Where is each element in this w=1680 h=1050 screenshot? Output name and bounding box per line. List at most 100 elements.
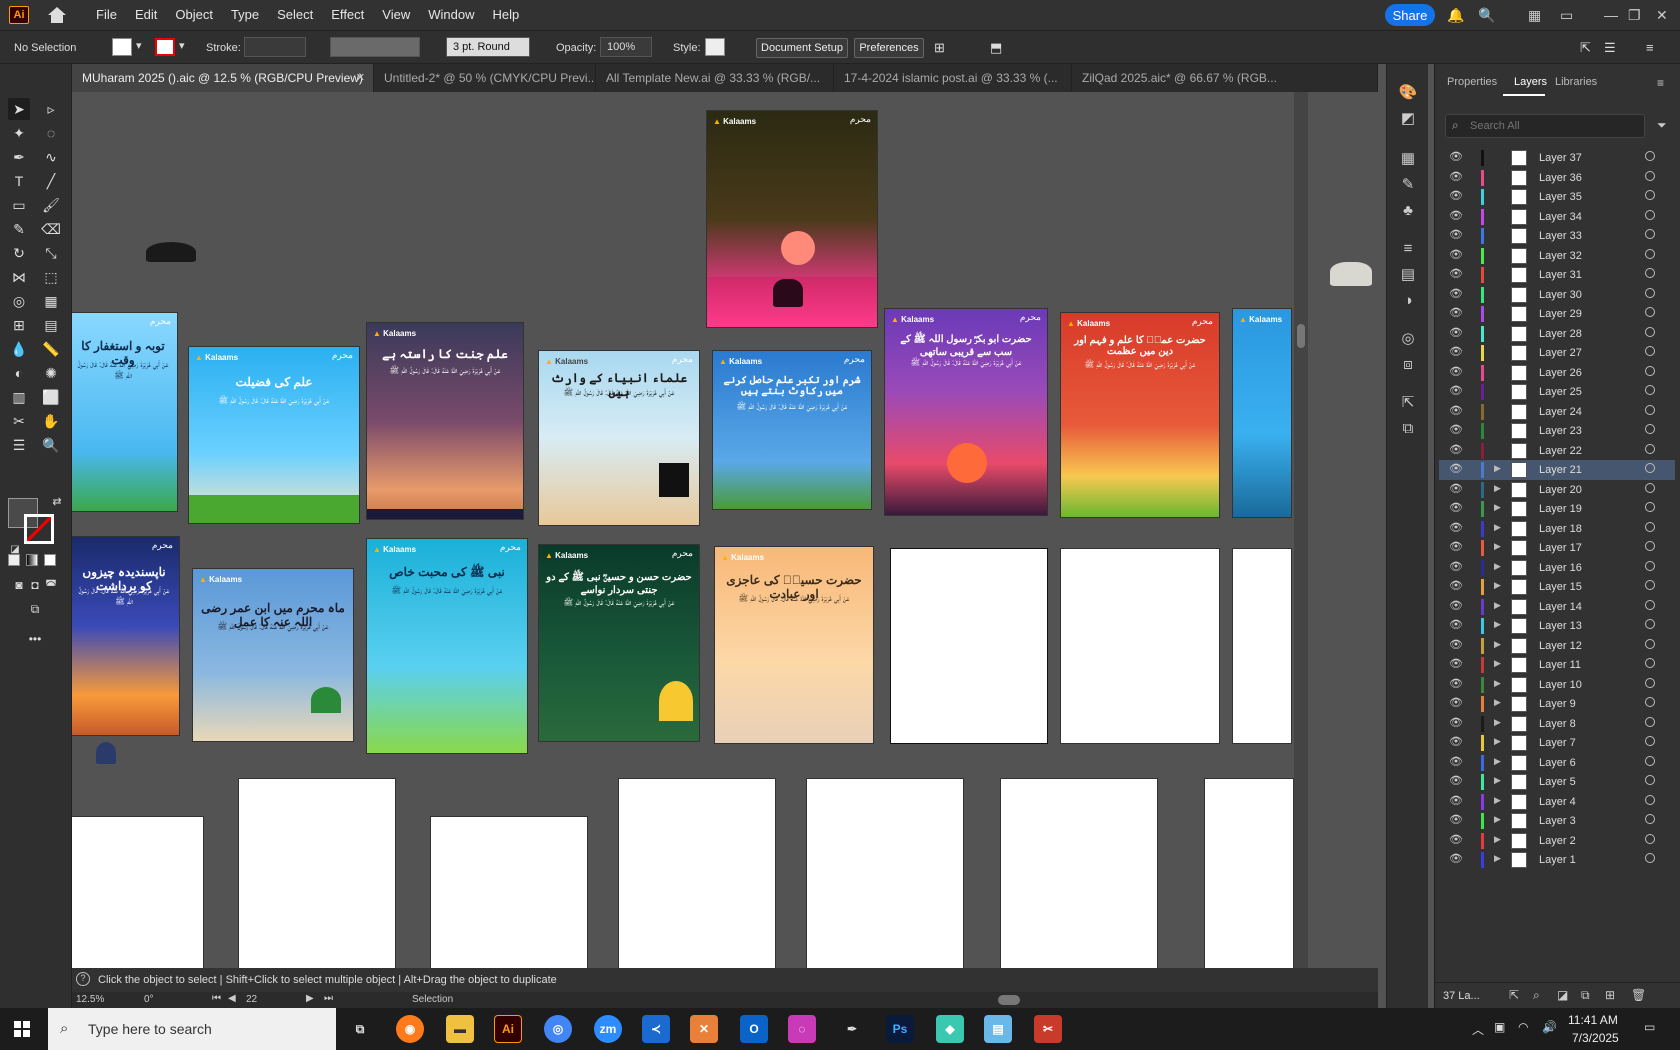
swatches-icon[interactable]: ▦: [1398, 148, 1418, 168]
tab-zilqad-2025[interactable]: ZilQad 2025.aic* @ 66.67 % (RGB...: [1072, 64, 1378, 92]
expand-arrow-icon[interactable]: ▶: [1494, 541, 1501, 552]
layer-row[interactable]: 👁 ▶ Layer 15: [1439, 577, 1675, 597]
artboard-blank[interactable]: [806, 778, 964, 968]
layer-row[interactable]: 👁 Layer 25: [1439, 382, 1675, 402]
visibility-eye-icon[interactable]: 👁: [1449, 696, 1463, 709]
menu-edit[interactable]: Edit: [126, 0, 166, 30]
layer-row[interactable]: 👁 Layer 32: [1439, 246, 1675, 266]
artboards-panel-icon[interactable]: ⧉: [1398, 418, 1418, 438]
search-icon[interactable]: 🔍: [1478, 7, 1495, 24]
layer-row[interactable]: 👁 ▶ Layer 10: [1439, 675, 1675, 695]
layer-row[interactable]: 👁 Layer 22: [1439, 441, 1675, 461]
notepad-icon[interactable]: ▤: [984, 1015, 1012, 1043]
artboard-hasan-husain[interactable]: Kalaams محرم حضرت حسن و حسینؓ نبی ﷺ کے د…: [538, 544, 700, 742]
wifi-icon[interactable]: ◠: [1518, 1020, 1528, 1034]
layer-target-icon[interactable]: [1645, 736, 1655, 746]
close-tab-icon[interactable]: ✕: [356, 71, 365, 84]
visibility-eye-icon[interactable]: 👁: [1449, 774, 1463, 787]
layer-row[interactable]: 👁 ▶ Layer 6: [1439, 753, 1675, 773]
brushes-icon[interactable]: ✎: [1398, 174, 1418, 194]
variable-width-profile[interactable]: [330, 37, 420, 57]
layer-target-icon[interactable]: [1645, 775, 1655, 785]
layer-row[interactable]: 👁 Layer 35: [1439, 187, 1675, 207]
artboard-blank[interactable]: [1204, 778, 1294, 968]
layer-row[interactable]: 👁 ▶ Layer 21: [1439, 460, 1675, 480]
visibility-eye-icon[interactable]: 👁: [1449, 306, 1463, 319]
visibility-eye-icon[interactable]: 👁: [1449, 365, 1463, 378]
visibility-eye-icon[interactable]: 👁: [1449, 345, 1463, 358]
expand-arrow-icon[interactable]: ▶: [1494, 580, 1501, 591]
expand-arrow-icon[interactable]: ▶: [1494, 600, 1501, 611]
workspace-icon[interactable]: ▦: [1528, 7, 1541, 24]
artboard-blank[interactable]: [430, 816, 588, 968]
layer-row[interactable]: 👁 Layer 33: [1439, 226, 1675, 246]
home-icon[interactable]: [47, 7, 67, 23]
layer-row[interactable]: 👁 Layer 36: [1439, 168, 1675, 188]
vertical-scrollbar[interactable]: [1294, 92, 1308, 968]
layer-target-icon[interactable]: [1645, 326, 1655, 337]
artboard-partial-right[interactable]: Kalaams: [1232, 308, 1292, 518]
artboard-ulama-waris[interactable]: Kalaams محرم علماء انبیاء کے وارث ہیں عَ…: [538, 350, 700, 526]
layer-target-icon[interactable]: [1645, 268, 1655, 278]
zoom-app-icon[interactable]: zm: [594, 1015, 622, 1043]
artboard-blank[interactable]: [618, 778, 776, 968]
layer-target-icon[interactable]: [1645, 248, 1655, 259]
layer-target-icon[interactable]: [1645, 833, 1655, 844]
network-icon[interactable]: ▣: [1494, 1020, 1505, 1034]
expand-arrow-icon[interactable]: ▶: [1494, 736, 1501, 747]
layer-row[interactable]: 👁 Layer 29: [1439, 304, 1675, 324]
stroke-swatch[interactable]: [155, 38, 175, 56]
menu-help[interactable]: Help: [483, 0, 528, 30]
help-icon[interactable]: ?: [76, 972, 90, 986]
expand-arrow-icon[interactable]: ▶: [1494, 697, 1501, 708]
layer-target-icon[interactable]: [1645, 814, 1655, 824]
pen-tool-icon[interactable]: ✒: [8, 146, 30, 168]
layer-target-icon[interactable]: [1645, 209, 1655, 220]
color-mode-icon[interactable]: [8, 554, 20, 566]
preferences-button[interactable]: Preferences: [854, 38, 924, 58]
arrange-icon[interactable]: ▭: [1560, 7, 1573, 24]
expand-arrow-icon[interactable]: ▶: [1494, 756, 1501, 767]
prev-artboard-icon[interactable]: ◀: [228, 993, 236, 1004]
selection-tool-icon[interactable]: ➤: [8, 98, 30, 120]
layer-target-icon[interactable]: [1645, 580, 1655, 590]
close-window-icon[interactable]: ✕: [1656, 7, 1668, 24]
expand-arrow-icon[interactable]: ▶: [1494, 717, 1501, 728]
visibility-eye-icon[interactable]: 👁: [1449, 852, 1463, 865]
task-view-icon[interactable]: ⧉: [346, 1015, 374, 1043]
layer-target-icon[interactable]: [1645, 521, 1655, 532]
document-setup-button[interactable]: Document Setup: [756, 38, 848, 58]
layer-row[interactable]: 👁 Layer 34: [1439, 207, 1675, 227]
visibility-eye-icon[interactable]: 👁: [1449, 326, 1463, 339]
direct-selection-tool-icon[interactable]: ▹: [40, 98, 62, 120]
stroke-panel-icon[interactable]: ≡: [1398, 238, 1418, 258]
share-for-review-icon[interactable]: ⬒: [990, 40, 1002, 56]
reading-figure-clipart[interactable]: [96, 742, 116, 764]
locate-object-icon[interactable]: ⌕: [1533, 988, 1540, 1003]
artboard-number[interactable]: 22: [246, 994, 257, 1005]
chrome-icon[interactable]: ◎: [544, 1015, 572, 1043]
taskbar-search[interactable]: ⌕ Type here to search: [48, 1008, 336, 1050]
eraser-tool-icon[interactable]: ⌫: [40, 218, 62, 240]
layer-target-icon[interactable]: [1645, 463, 1655, 473]
artboard-sharm-takabbur[interactable]: Kalaams محرم شرم اور تکبر علم حاصل کرنے …: [712, 350, 872, 510]
blend-tool-icon[interactable]: ◐: [8, 362, 30, 384]
layer-target-icon[interactable]: [1645, 638, 1655, 649]
panel-menu-icon[interactable]: ≡: [1646, 40, 1654, 55]
edit-toolbar-icon[interactable]: •••: [24, 628, 46, 650]
gradient-panel-icon[interactable]: ▤: [1398, 264, 1418, 284]
artboard-tauba[interactable]: محرم توبہ و استغفار کا وقت عَنْ أَبِي هُ…: [72, 312, 178, 512]
vertical-scroll-thumb[interactable]: [1297, 324, 1305, 348]
hand-tool-icon[interactable]: ✋: [40, 410, 62, 432]
visibility-eye-icon[interactable]: 👁: [1449, 521, 1463, 534]
layer-row[interactable]: 👁 ▶ Layer 4: [1439, 792, 1675, 812]
swap-fill-stroke-icon[interactable]: ⇄: [46, 490, 68, 512]
none-mode-icon[interactable]: [44, 554, 56, 566]
stroke-dropdown-icon[interactable]: ▾: [179, 39, 185, 52]
layer-row[interactable]: 👁 Layer 31: [1439, 265, 1675, 285]
type-tool-icon[interactable]: T: [8, 170, 30, 192]
layer-target-icon[interactable]: [1645, 755, 1655, 766]
visibility-eye-icon[interactable]: 👁: [1449, 716, 1463, 729]
menu-select[interactable]: Select: [268, 0, 322, 30]
layer-target-icon[interactable]: [1645, 716, 1655, 727]
